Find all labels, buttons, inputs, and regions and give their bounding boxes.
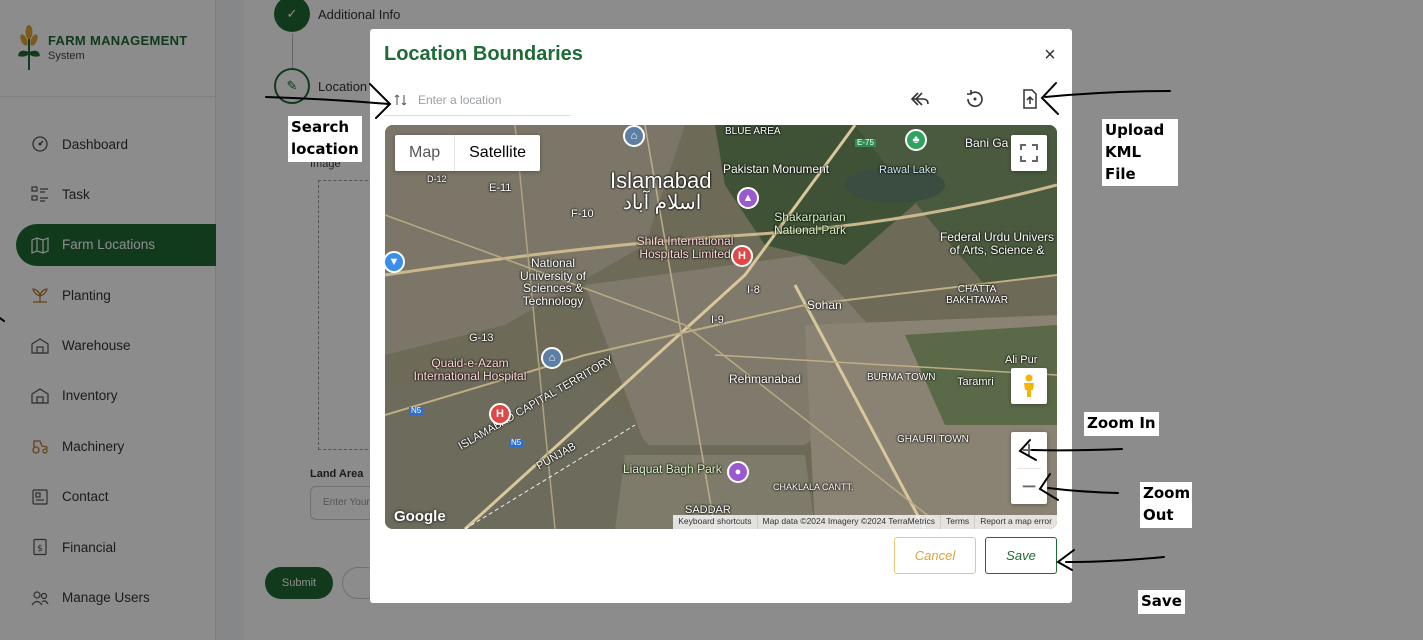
route-icon: [394, 94, 407, 105]
map-type-control: Map Satellite: [395, 135, 541, 171]
map-label: Islamabad: [610, 168, 712, 193]
map-label: CHATTA BAKHTAWAR: [946, 284, 1008, 306]
close-icon[interactable]: ×: [1040, 45, 1060, 65]
map-label: Bani Ga: [965, 136, 1009, 150]
terms-link[interactable]: Terms: [940, 515, 974, 529]
street-view-pegman-icon[interactable]: [1011, 368, 1047, 404]
annotation-upload-kml: Upload KML File: [1102, 119, 1178, 187]
annotation-zoom-in: Zoom In: [1084, 412, 1159, 436]
map-label: Federal Urdu Univers of Arts, Science &: [939, 230, 1055, 257]
reset-icon[interactable]: [962, 86, 988, 112]
university-pin-icon[interactable]: ⌂: [541, 347, 563, 369]
map-label: Quaid-e-Azam International Hospital: [413, 356, 527, 383]
map-type-satellite-button[interactable]: Satellite: [454, 135, 540, 171]
map-label: I-9: [711, 314, 724, 326]
satellite-map[interactable]: BLUE AREA Pakistan Monument Islamabad اس…: [385, 125, 1057, 529]
map-label: National University of Sciences & Techno…: [519, 256, 587, 308]
map-label: GHAURI TOWN: [897, 434, 969, 445]
google-logo: Google: [394, 508, 446, 525]
map-label: Rehmanabad: [729, 372, 802, 386]
location-search: [384, 84, 571, 116]
modal-title: Location Boundaries: [384, 43, 583, 65]
hospital-pin-icon[interactable]: H: [489, 403, 511, 425]
zoom-control: + −: [1011, 432, 1047, 504]
highway-shield: N5: [509, 438, 524, 448]
university-pin-icon[interactable]: ⌂: [623, 125, 645, 147]
monument-pin-icon[interactable]: ▲: [737, 187, 759, 209]
annotation-search-location: Search location: [288, 116, 362, 162]
map-label: Liaquat Bagh Park: [623, 462, 722, 476]
map-label: D-12: [427, 174, 447, 184]
zoom-in-button[interactable]: +: [1011, 432, 1047, 468]
map-label: G-13: [469, 332, 494, 344]
park-pin-icon[interactable]: ♣: [905, 129, 927, 151]
hospital-pin-icon[interactable]: H: [731, 245, 753, 267]
map-label: CHAKLALA CANTT.: [773, 482, 854, 492]
search-location-input[interactable]: [418, 92, 558, 107]
fullscreen-icon[interactable]: [1011, 135, 1047, 171]
map-attribution: Keyboard shortcuts Map data ©2024 Imager…: [673, 515, 1057, 529]
map-label: I-8: [747, 284, 760, 296]
map-data-text: Map data ©2024 Imagery ©2024 TerraMetric…: [756, 515, 941, 529]
save-button[interactable]: Save: [985, 537, 1057, 574]
map-label: E-11: [489, 182, 512, 194]
map-type-map-button[interactable]: Map: [395, 135, 454, 171]
location-boundaries-modal: Location Boundaries × Enter a location B…: [370, 29, 1072, 603]
map-label: Ali Pur: [1005, 354, 1038, 366]
map-label: Taramri: [957, 376, 994, 388]
map-label: BLUE AREA: [725, 126, 781, 137]
cancel-button[interactable]: Cancel: [894, 537, 976, 574]
map-label: Rawal Lake: [879, 164, 937, 176]
upload-kml-icon[interactable]: [1017, 86, 1043, 112]
report-error-link[interactable]: Report a map error: [974, 515, 1057, 529]
annotation-zoom-out: Zoom Out: [1140, 482, 1192, 528]
keyboard-shortcuts-link[interactable]: Keyboard shortcuts: [673, 515, 756, 529]
map-label: Pakistan Monument: [723, 162, 830, 176]
map-label: اسلام آباد: [623, 192, 702, 214]
zoom-out-button[interactable]: −: [1011, 468, 1047, 504]
map-label: Sohan: [807, 298, 842, 312]
highway-shield: N5: [409, 406, 424, 416]
map-label: Shakarparian National Park: [773, 210, 847, 237]
undo-icon[interactable]: [907, 86, 933, 112]
map-label: F-10: [571, 208, 594, 220]
map-label: Shifa International Hospitals Limited: [636, 234, 734, 261]
park-pin-icon[interactable]: ●: [727, 461, 749, 483]
annotation-save: Save: [1138, 590, 1185, 614]
map-label: BURMA TOWN: [867, 372, 936, 383]
highway-shield: E-75: [855, 138, 876, 148]
